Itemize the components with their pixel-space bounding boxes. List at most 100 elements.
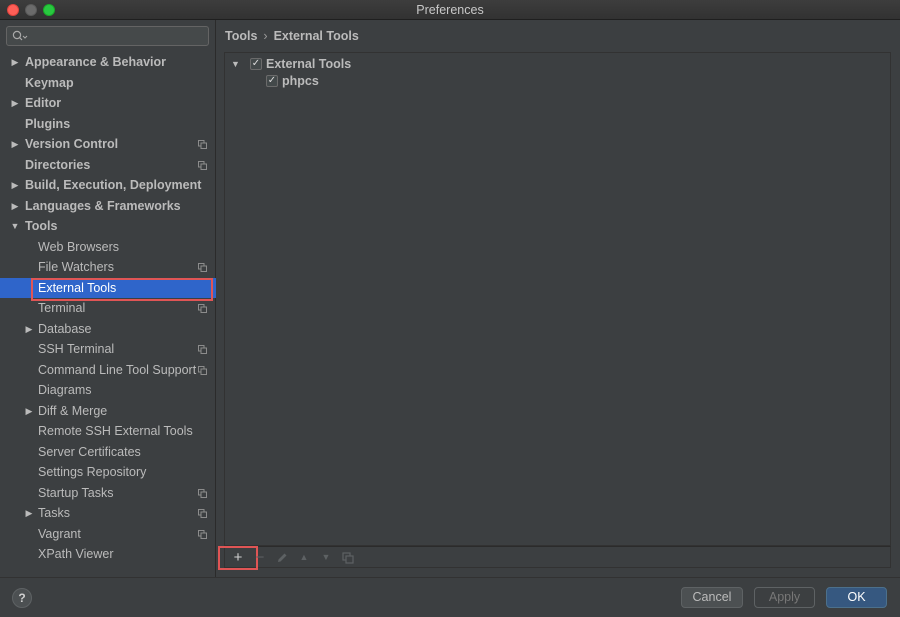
- search-icon: [12, 30, 28, 41]
- sidebar-item-label: Editor: [25, 96, 62, 110]
- sidebar-item-label: Database: [38, 321, 92, 336]
- tool-group-checkbox[interactable]: ✓: [250, 58, 262, 70]
- project-level-icon: [198, 529, 207, 539]
- sidebar-item-database[interactable]: ▶ Database: [0, 319, 216, 339]
- edit-icon: [278, 553, 287, 562]
- move-up-button[interactable]: ▲: [293, 548, 315, 567]
- external-tools-tree: ▼ ✓ External Tools ✓ phpcs: [224, 52, 891, 546]
- sidebar-item-label: Tasks: [38, 506, 70, 520]
- sidebar-item-terminal[interactable]: Terminal: [0, 298, 216, 318]
- chevron-down-icon[interactable]: ▼: [10, 216, 20, 236]
- sidebar-item-label: Languages & Frameworks: [25, 198, 181, 213]
- tools-toolbar: + − ▲ ▼: [218, 546, 891, 570]
- sidebar-item-vagrant[interactable]: Vagrant: [0, 524, 216, 544]
- project-level-icon: [198, 488, 207, 498]
- sidebar-item-file-watchers[interactable]: File Watchers: [0, 257, 216, 277]
- project-level-icon: [198, 263, 207, 272]
- breadcrumb-parent[interactable]: Tools: [225, 29, 257, 43]
- expand-arrow-icon[interactable]: ▼: [231, 55, 241, 73]
- sidebar-item-label: Command Line Tool Support: [38, 362, 197, 377]
- chevron-right-icon[interactable]: ▶: [24, 503, 34, 523]
- chevron-right-icon[interactable]: ▶: [10, 134, 20, 154]
- cancel-button[interactable]: Cancel: [681, 587, 743, 608]
- sidebar-item-label: SSH Terminal: [38, 342, 115, 356]
- project-level-icon: [198, 365, 207, 375]
- sidebar-item-settings-repository[interactable]: Settings Repository: [0, 462, 216, 482]
- sidebar-item-label: Appearance & Behavior: [25, 55, 167, 69]
- tool-group-label: External Tools: [266, 57, 352, 71]
- sidebar-item-label: Directories: [25, 157, 91, 172]
- sidebar-item-web-browsers[interactable]: Web Browsers: [0, 237, 216, 257]
- title-bar: Preferences: [0, 0, 900, 20]
- sidebar-item-keymap[interactable]: Keymap: [0, 73, 216, 93]
- sidebar-item-languages-frameworks[interactable]: ▶ Languages & Frameworks: [0, 196, 216, 216]
- sidebar-item-appearance-behavior[interactable]: ▶ Appearance & Behavior: [0, 52, 216, 72]
- chevron-right-icon[interactable]: ▶: [10, 175, 20, 195]
- sidebar-item-remote-ssh-external-tools[interactable]: Remote SSH External Tools: [0, 421, 216, 441]
- help-button[interactable]: ?: [12, 588, 32, 608]
- settings-search-input[interactable]: [6, 26, 209, 46]
- sidebar-item-label: Server Certificates: [38, 444, 141, 459]
- dialog-footer: ? Cancel Apply OK: [0, 577, 900, 617]
- sidebar-item-directories[interactable]: Directories: [0, 155, 216, 175]
- add-tool-button[interactable]: +: [227, 548, 249, 567]
- sidebar-item-build-execution-deployment[interactable]: ▶ Build, Execution, Deployment: [0, 175, 216, 195]
- sidebar-item-label: File Watchers: [38, 260, 114, 274]
- sidebar-item-diff-merge[interactable]: ▶ Diff & Merge: [0, 401, 216, 421]
- chevron-right-icon[interactable]: ▶: [24, 401, 34, 421]
- sidebar-item-label: Diff & Merge: [38, 403, 108, 418]
- project-level-icon: [198, 140, 207, 149]
- sidebar-item-label: Terminal: [38, 301, 86, 315]
- sidebar-item-diagrams[interactable]: Diagrams: [0, 380, 216, 400]
- project-level-icon: [198, 345, 207, 354]
- sidebar-item-label: Build, Execution, Deployment: [25, 178, 202, 192]
- sidebar-item-plugins[interactable]: Plugins: [0, 114, 216, 134]
- sidebar-item-external-tools[interactable]: External Tools: [0, 277, 216, 298]
- chevron-right-icon[interactable]: ▶: [24, 319, 34, 339]
- project-level-icon: [198, 160, 207, 170]
- sidebar-item-label: Tools: [25, 219, 58, 233]
- tool-item-row[interactable]: ✓ phpcs: [231, 72, 431, 90]
- tool-item-checkbox[interactable]: ✓: [266, 75, 278, 87]
- project-level-icon: [198, 304, 207, 313]
- remove-tool-button[interactable]: −: [249, 548, 271, 567]
- sidebar-item-label: Remote SSH External Tools: [38, 424, 193, 438]
- chevron-right-icon[interactable]: ▶: [10, 93, 20, 113]
- main-panel: Tools › External Tools ▼ ✓ External Tools …: [217, 20, 900, 577]
- breadcrumb-separator-icon: ›: [263, 29, 268, 43]
- edit-tool-button[interactable]: [271, 548, 293, 567]
- settings-sidebar: ▶ Appearance & Behavior Keymap ▶ Editor Plugi…: [0, 20, 216, 577]
- window-title: Preferences: [416, 3, 484, 17]
- chevron-right-icon[interactable]: ▶: [10, 52, 20, 72]
- sidebar-item-version-control[interactable]: ▶ Version Control: [0, 134, 216, 154]
- sidebar-item-label: Diagrams: [38, 383, 92, 397]
- breadcrumb-current: External Tools: [273, 29, 359, 43]
- copy-icon: [342, 552, 354, 564]
- sidebar-item-label: Vagrant: [38, 526, 81, 541]
- sidebar-item-label: Settings Repository: [38, 465, 147, 479]
- sidebar-item-xpath-viewer[interactable]: XPath Viewer: [0, 544, 216, 564]
- tool-item-label: phpcs: [282, 74, 319, 88]
- move-down-button[interactable]: ▼: [315, 548, 337, 567]
- project-level-icon: [198, 509, 207, 518]
- sidebar-item-label: XPath Viewer: [38, 547, 114, 561]
- sidebar-item-label: Plugins: [25, 116, 71, 131]
- apply-button[interactable]: Apply: [754, 587, 815, 608]
- sidebar-item-editor[interactable]: ▶ Editor: [0, 93, 216, 113]
- sidebar-item-ssh-terminal[interactable]: SSH Terminal: [0, 339, 216, 359]
- sidebar-item-command-line-tool-support[interactable]: Command Line Tool Support: [0, 360, 216, 380]
- sidebar-item-label: External Tools: [38, 280, 117, 295]
- copy-tool-button[interactable]: [337, 548, 359, 567]
- sidebar-item-startup-tasks[interactable]: Startup Tasks: [0, 483, 216, 503]
- sidebar-item-label: Keymap: [25, 75, 74, 90]
- sidebar-item-tasks[interactable]: ▶ Tasks: [0, 503, 216, 523]
- chevron-right-icon[interactable]: ▶: [10, 196, 20, 216]
- sidebar-item-tools[interactable]: ▼ Tools: [0, 216, 216, 236]
- sidebar-item-label: Version Control: [25, 137, 119, 151]
- tool-group-row[interactable]: ▼ ✓ External Tools: [231, 55, 431, 73]
- ok-button[interactable]: OK: [826, 587, 887, 608]
- breadcrumb: Tools › External Tools: [225, 26, 359, 46]
- sidebar-item-server-certificates[interactable]: Server Certificates: [0, 442, 216, 462]
- sidebar-item-label: Web Browsers: [38, 239, 120, 254]
- sidebar-item-label: Startup Tasks: [38, 485, 114, 500]
